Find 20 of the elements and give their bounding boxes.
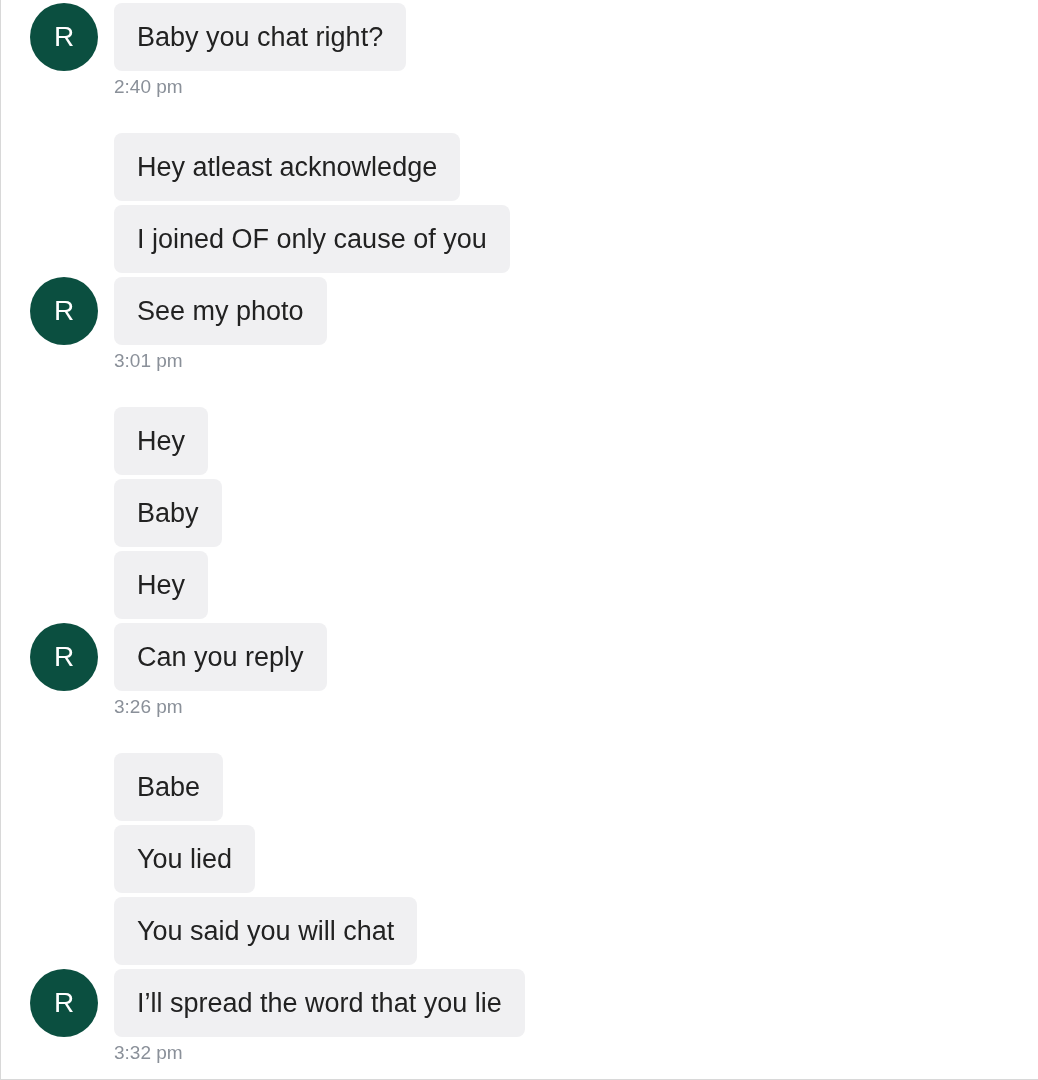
timestamp: 3:32 pm — [114, 1042, 183, 1064]
message-bubble: Hey — [114, 551, 208, 619]
message-bubble: Babe — [114, 753, 224, 821]
avatar[interactable]: R — [30, 277, 98, 345]
message-bubble: You lied — [114, 825, 256, 893]
avatar[interactable]: R — [30, 969, 98, 1037]
avatar[interactable]: R — [30, 3, 98, 71]
message-bubble: Baby you chat right? — [114, 3, 407, 71]
timestamp: 3:01 pm — [114, 350, 183, 372]
message-bubble: You said you will chat — [114, 897, 418, 965]
timestamp: 3:26 pm — [114, 696, 183, 718]
message-bubble: Hey atleast acknowledge — [114, 133, 461, 201]
avatar[interactable]: R — [30, 623, 98, 691]
message-bubble: Hey — [114, 407, 208, 475]
message-bubble: Baby — [114, 479, 222, 547]
message-bubble: I joined OF only cause of you — [114, 205, 510, 273]
message-bubble: I’ll spread the word that you lie — [114, 969, 525, 1037]
message-bubble: Can you reply — [114, 623, 327, 691]
message-bubble: See my photo — [114, 277, 327, 345]
timestamp: 2:40 pm — [114, 76, 183, 98]
